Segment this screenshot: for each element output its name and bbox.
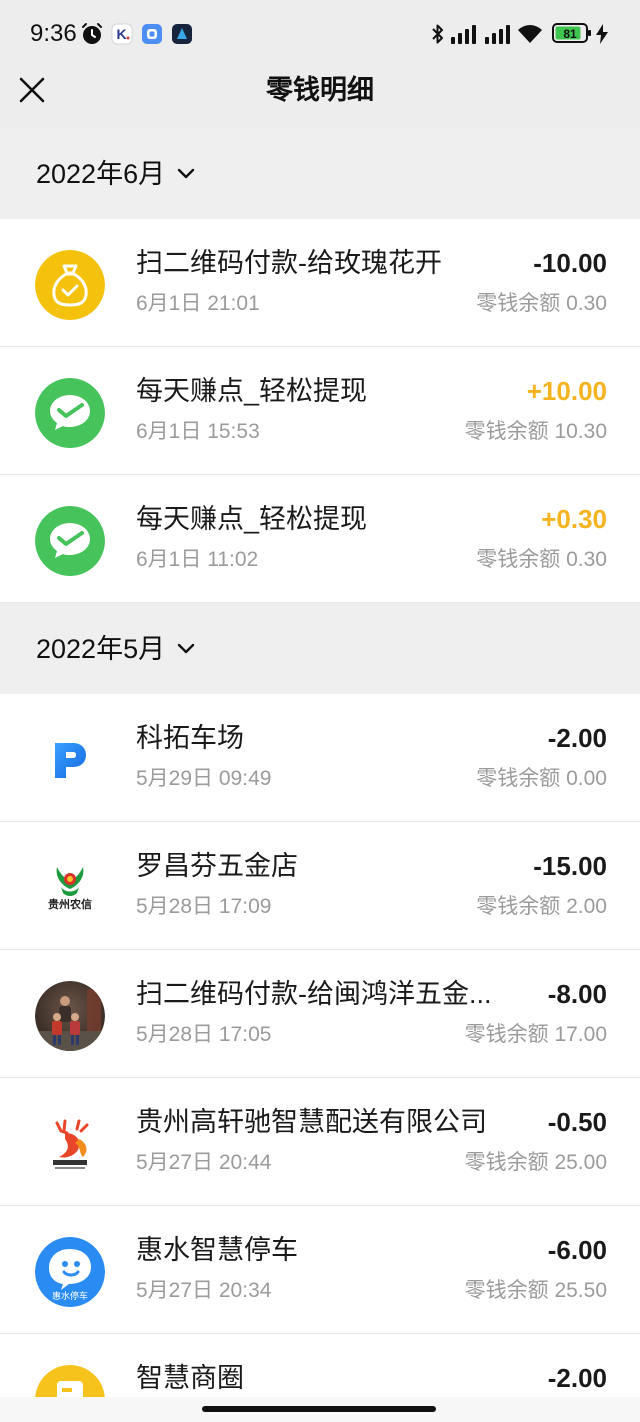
- transaction-title: 每天赚点_轻松提现: [136, 376, 368, 406]
- logo-text: 惠水停车: [52, 1290, 88, 1301]
- month-selector[interactable]: 2022年6月: [36, 157, 195, 191]
- parking-app-logo-icon: 惠水停车: [35, 1237, 105, 1307]
- bluetooth-icon: [432, 24, 443, 44]
- transaction-time: 5月27日 20:44: [136, 1151, 272, 1174]
- parking-p-logo-icon: [35, 725, 105, 795]
- wechat-pay-icon: [35, 506, 105, 576]
- balance-after: 零钱余额 17.00: [464, 1023, 607, 1046]
- transaction-amount: +0.30: [541, 504, 607, 534]
- transaction-title: 罗昌芬五金店: [136, 851, 298, 881]
- balance-after: 零钱余额 0.00: [476, 767, 607, 790]
- charging-icon: [596, 24, 608, 44]
- transaction-amount: -8.00: [547, 979, 607, 1009]
- transaction-title: 智慧商圈: [136, 1363, 244, 1393]
- chevron-down-icon: [177, 643, 195, 654]
- status-time: 9:36: [30, 20, 77, 47]
- month-header: 2022年6月: [0, 128, 640, 219]
- transaction-title: 贵州高轩驰智慧配送有限公司: [136, 1107, 487, 1137]
- home-indicator[interactable]: [202, 1406, 436, 1412]
- top-bar: 9:36 K 81 零钱明细: [0, 0, 640, 128]
- transaction-time: 5月29日 09:49: [136, 767, 272, 790]
- transaction-row[interactable]: 贵州高轩驰智慧配送有限公司 5月27日 20:44 -0.50 零钱余额 25.…: [0, 1078, 640, 1206]
- balance-after: 零钱余额 0.30: [476, 292, 607, 315]
- alarm-icon: [82, 23, 102, 44]
- transaction-row[interactable]: 科拓车场 5月29日 09:49 -2.00 零钱余额 0.00: [0, 694, 640, 822]
- transaction-amount: -15.00: [533, 851, 607, 881]
- signal-icon: [485, 25, 510, 44]
- balance-after: 零钱余额 0.30: [476, 548, 607, 571]
- transaction-title: 扫二维码付款-给玫瑰花开: [136, 248, 442, 278]
- transaction-row[interactable]: 每天赚点_轻松提现 6月1日 11:02 +0.30 零钱余额 0.30: [0, 475, 640, 603]
- transaction-title: 扫二维码付款-给闽鸿洋五金...: [136, 979, 492, 1009]
- page-title: 零钱明细: [266, 75, 374, 105]
- k-app-icon: K: [111, 23, 133, 45]
- transaction-title: 科拓车场: [136, 723, 244, 753]
- page-header: 零钱明细: [0, 64, 640, 128]
- balance-after: 零钱余额 2.00: [476, 895, 607, 918]
- transaction-amount: -2.00: [547, 723, 607, 753]
- signal-icon: [451, 25, 476, 44]
- money-bag-icon: [35, 250, 105, 320]
- transaction-title: 每天赚点_轻松提现: [136, 504, 368, 534]
- blue-app-icon: [142, 24, 162, 44]
- transaction-row[interactable]: 扫二维码付款-给玫瑰花开 6月1日 21:01 -10.00 零钱余额 0.30: [0, 219, 640, 347]
- month-label: 2022年5月: [36, 634, 166, 664]
- balance-after: 零钱余额 25.00: [464, 1151, 607, 1174]
- wechat-pay-icon: [35, 378, 105, 448]
- transaction-amount: -6.00: [547, 1235, 607, 1265]
- gesture-nav-bar: [0, 1397, 640, 1422]
- k-app-letter: K: [117, 26, 127, 42]
- chevron-down-icon: [177, 168, 195, 179]
- transaction-row[interactable]: 每天赚点_轻松提现 6月1日 15:53 +10.00 零钱余额 10.30: [0, 347, 640, 475]
- balance-after: 零钱余额 25.50: [464, 1279, 607, 1302]
- dark-app-icon: [172, 24, 192, 44]
- photo-avatar-icon: [35, 981, 105, 1051]
- transaction-time: 5月28日 17:05: [136, 1023, 272, 1046]
- logo-text: 贵州农信: [48, 897, 92, 911]
- battery-icon: 81: [552, 23, 591, 43]
- month-selector[interactable]: 2022年5月: [36, 632, 195, 666]
- battery-level: 81: [563, 27, 577, 41]
- transaction-time: 5月27日 20:34: [136, 1279, 272, 1302]
- transaction-amount: -2.00: [547, 1363, 607, 1393]
- transaction-amount: -0.50: [547, 1107, 607, 1137]
- wifi-icon: [518, 25, 542, 43]
- month-header: 2022年5月: [0, 603, 640, 694]
- balance-after: 零钱余额 10.30: [464, 420, 607, 443]
- transaction-title: 惠水智慧停车: [136, 1235, 298, 1265]
- transaction-row[interactable]: 贵州农信 罗昌芬五金店 5月28日 17:09 -15.00 零钱余额 2.00: [0, 822, 640, 950]
- deer-logo-icon: [35, 1109, 105, 1179]
- transaction-amount: -10.00: [533, 248, 607, 278]
- transaction-time: 6月1日 21:01: [136, 292, 260, 315]
- transaction-list[interactable]: 2022年6月 扫二维码付款-给玫瑰花开 6月1日 21:01 -10.00 零…: [0, 128, 640, 1422]
- transaction-time: 6月1日 15:53: [136, 420, 260, 443]
- transaction-row[interactable]: 惠水停车 惠水智慧停车 5月27日 20:34 -6.00 零钱余额 25.50: [0, 1206, 640, 1334]
- transaction-amount: +10.00: [526, 376, 607, 406]
- transaction-time: 6月1日 11:02: [136, 548, 259, 571]
- status-bar: 9:36 K 81: [0, 0, 640, 64]
- transaction-row[interactable]: 扫二维码付款-给闽鸿洋五金... 5月28日 17:05 -8.00 零钱余额 …: [0, 950, 640, 1078]
- month-label: 2022年6月: [36, 159, 166, 189]
- transaction-time: 5月28日 17:09: [136, 895, 272, 918]
- rural-credit-logo-icon: 贵州农信: [35, 853, 105, 923]
